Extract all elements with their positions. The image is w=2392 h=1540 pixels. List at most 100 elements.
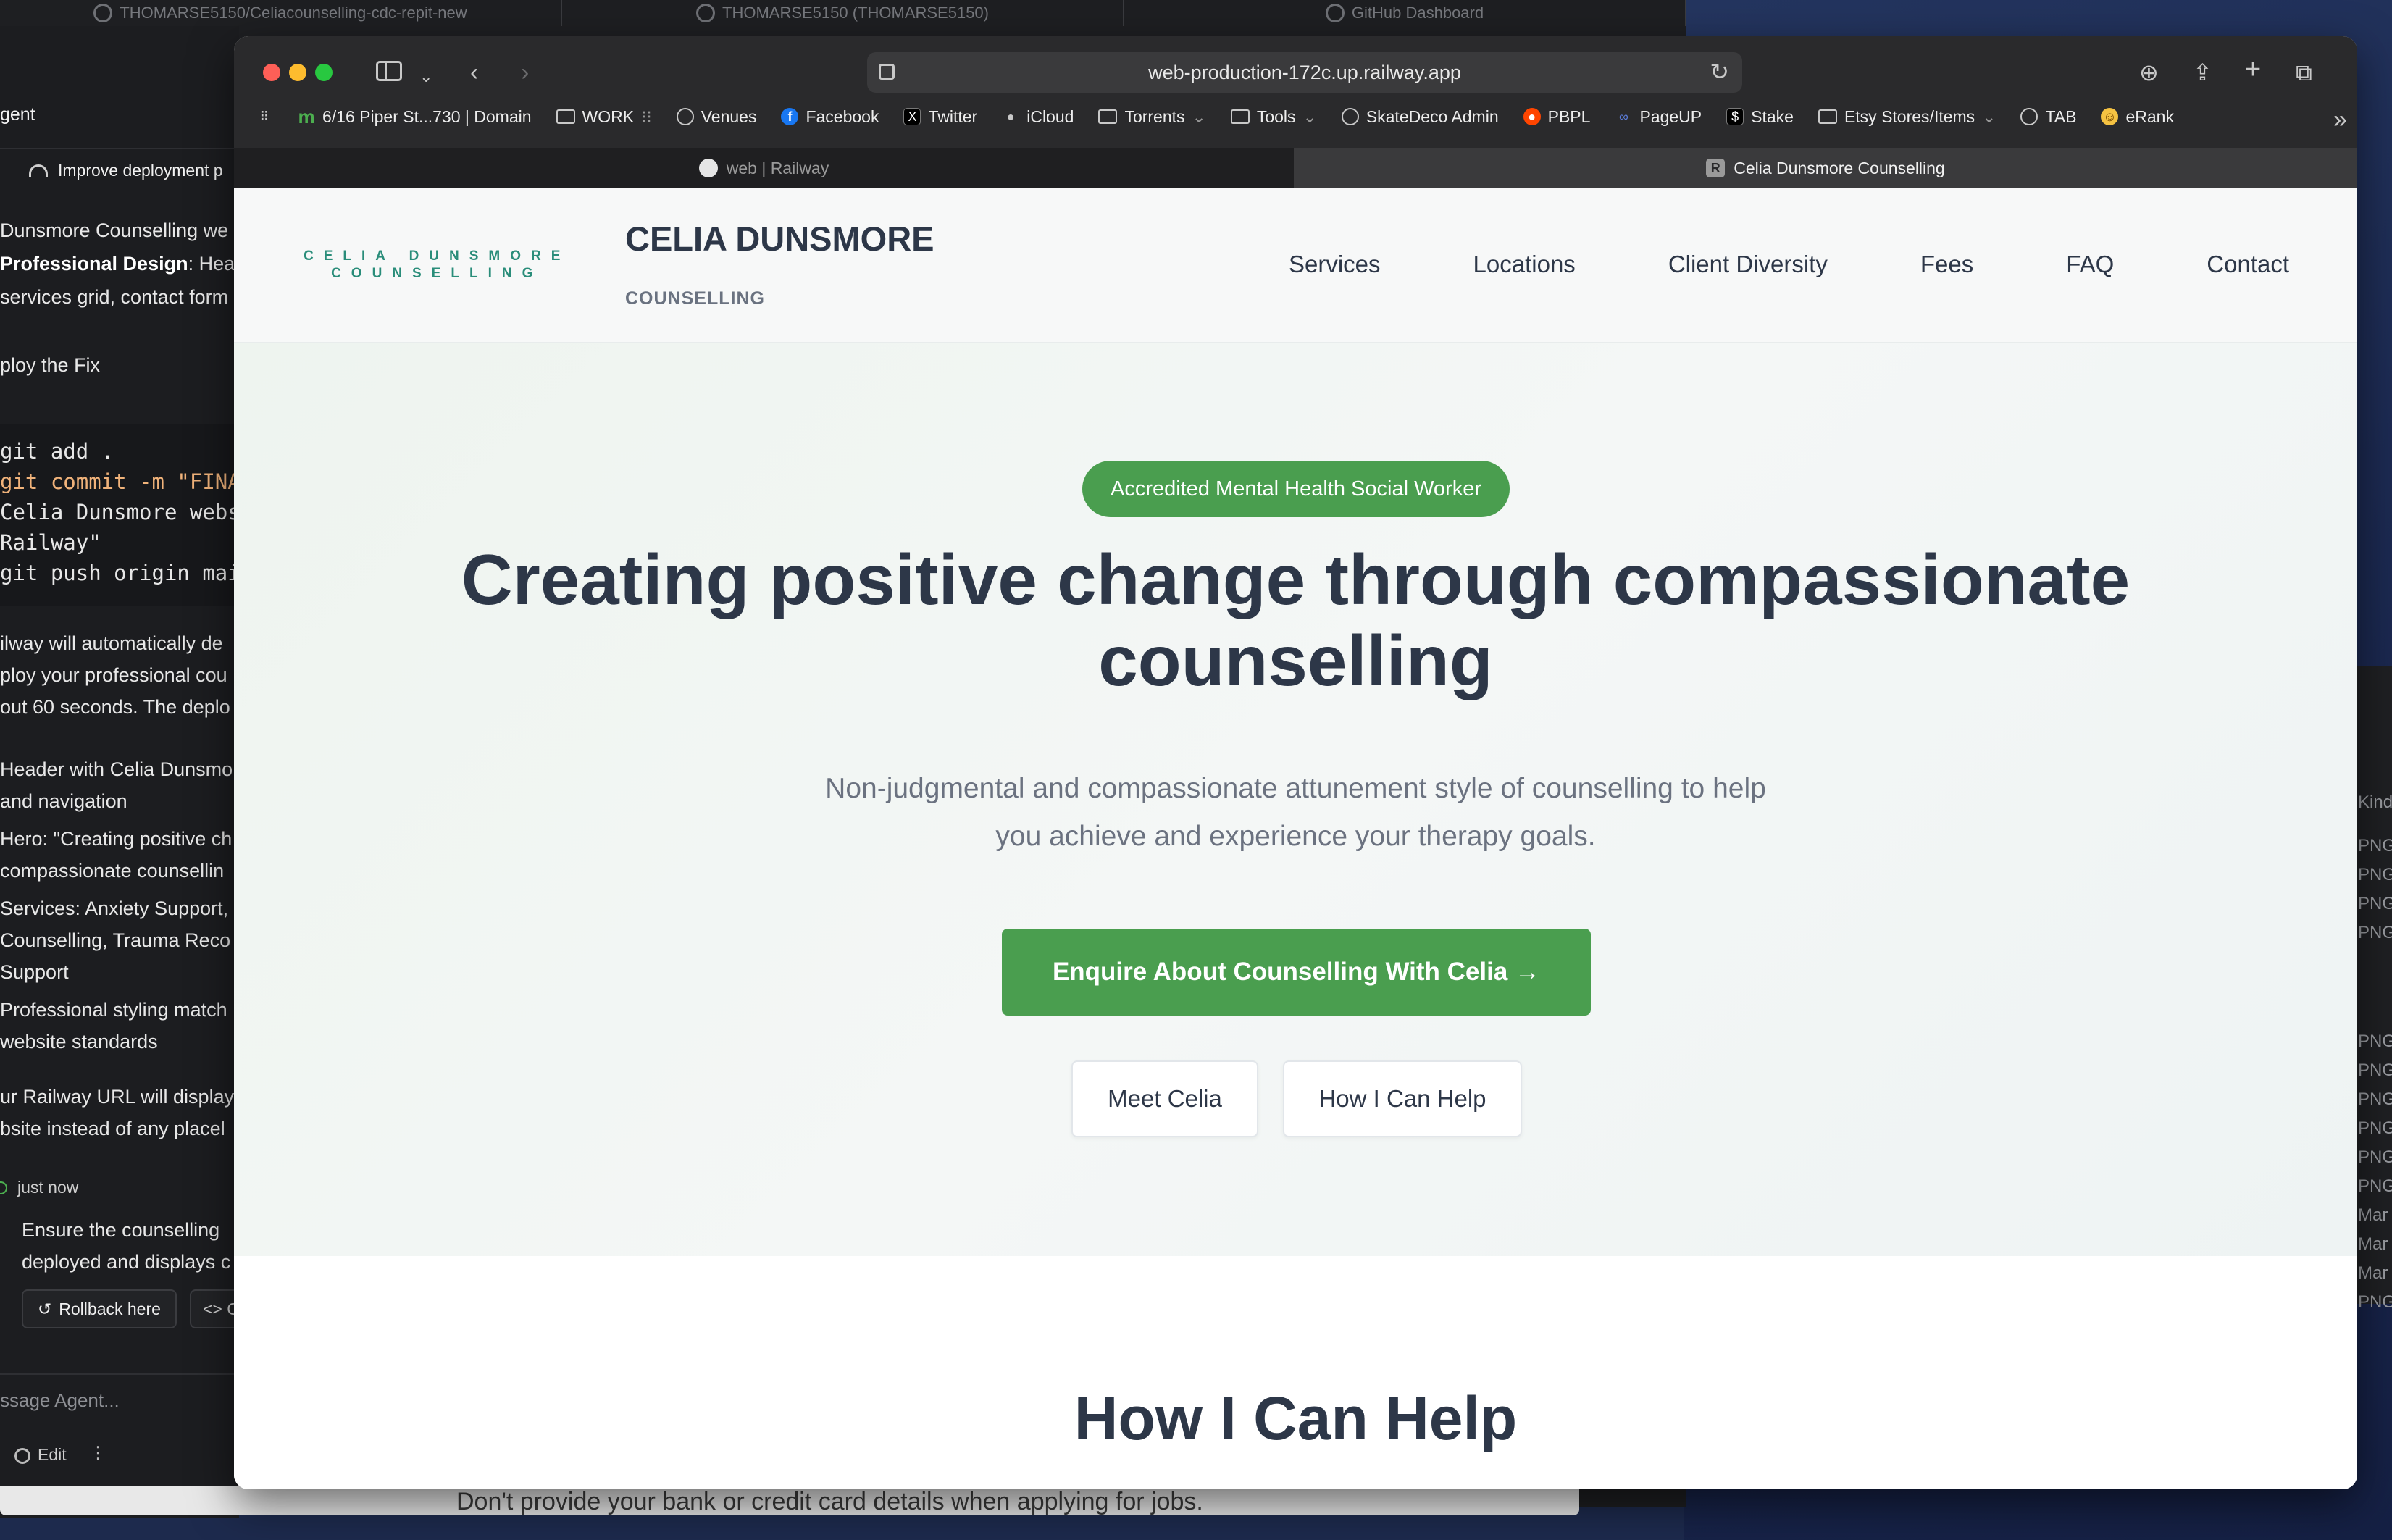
bookmark-item[interactable]: m 6/16 Piper St...730 | Domain [298,105,531,127]
stake-icon: $ [1726,108,1744,125]
bookmark-item[interactable]: ∞ PageUP [1615,107,1702,127]
file-kind: PNG [2358,1089,2392,1109]
background-tab[interactable]: THOMARSE5150 (THOMARSE5150) [562,0,1124,26]
agent-task[interactable]: Improve deployment p [29,161,223,180]
enquire-button[interactable]: Enquire About Counselling With Celia → [1002,929,1591,1016]
file-kind: PNG [2358,865,2392,884]
checkpoint-text: Ensure the counselling [22,1219,220,1241]
nav-fees[interactable]: Fees [1920,251,1973,278]
bookmark-folder[interactable]: Tools ⌄ [1230,107,1317,127]
agent-message-text: : Head [188,253,239,275]
tab-overview-icon[interactable]: ⧉ [2296,58,2312,87]
site-logo[interactable]: CELIA DUNSMORE COUNSELLING [304,248,570,283]
hero-title: Creating positive change through compass… [461,540,2130,700]
bookmark-folder[interactable]: Torrents ⌄ [1098,106,1206,127]
globe-icon [2020,108,2038,125]
how-i-can-help-button[interactable]: How I Can Help [1283,1060,1522,1137]
file-kind: PNG [2358,1118,2392,1138]
check-icon [0,1181,7,1194]
background-tab-bar: THOMARSE5150/Celiacounselling-cdc-repit-… [0,0,1686,26]
forward-arrow-icon[interactable]: › [521,58,529,87]
agent-bullet: Counselling, Trauma Reco [0,929,231,951]
minimize-window-button[interactable] [289,64,306,81]
nav-services[interactable]: Services [1289,251,1381,278]
globe-icon [676,108,694,125]
file-kind-header: Kind [2358,792,2392,812]
nav-contact[interactable]: Contact [2207,251,2289,278]
agent-message-line: bsite instead of any placel [0,1118,225,1139]
background-tab[interactable]: GitHub Dashboard [1124,0,1686,26]
zoom-window-button[interactable] [315,64,333,81]
bookmark-item[interactable]: TAB [2020,107,2076,127]
code-line: git add . [0,439,114,464]
bookmark-item[interactable]: SkateDeco Admin [1341,107,1499,127]
bookmark-item[interactable]: $ Stake [1726,107,1794,127]
nav-faq[interactable]: FAQ [2066,251,2114,278]
tab-celia-dunsmore[interactable]: R Celia Dunsmore Counselling [1294,148,2357,188]
nav-client-diversity[interactable]: Client Diversity [1668,251,1828,278]
history-icon: ↺ [38,1299,52,1318]
bookmark-item[interactable]: X Twitter [903,107,977,127]
bookmark-label: Twitter [928,106,978,126]
folder-icon [556,109,575,124]
close-window-button[interactable] [263,64,280,81]
message-agent-input[interactable]: ssage Agent... [0,1389,120,1412]
sidebar-toggle-icon[interactable] [376,61,402,81]
bookmark-label: Torrents [1124,106,1185,126]
bookmarks-bar: ⠿ m 6/16 Piper St...730 | Domain WORK ⁝⁝ V… [256,103,2174,130]
web-page: CELIA DUNSMORE COUNSELLING CELIA DUNSMOR… [234,188,2357,1489]
agent-bullet: Support [0,961,69,983]
code-line: git commit -m "FINAL [0,466,239,497]
agent-message-line: ploy your professional cou [0,664,227,686]
sliders-icon[interactable]: ⫶ [96,1443,101,1467]
agent-bullet: and navigation [0,790,127,812]
bookmark-label: eRank [2125,106,2174,126]
bookmark-folder[interactable]: Etsy Stores/Items ⌄ [1818,107,1996,127]
bookmark-item[interactable]: ● PBPL [1523,106,1591,127]
back-arrow-icon[interactable]: ‹ [470,58,478,87]
rollback-button[interactable]: ↺ Rollback here [22,1289,177,1328]
bookmark-item[interactable]: ● iCloud [1002,107,1074,127]
url-bar[interactable]: web-production-172c.up.railway.app ↻ [867,52,1742,93]
new-tab-icon[interactable]: + [2245,55,2261,84]
agent-heading: ploy the Fix [0,354,101,376]
railway-icon [698,159,718,177]
timestamp: just now [0,1178,78,1197]
file-kind: PNG [2358,894,2392,913]
site-subtitle: COUNSELLING [625,288,765,309]
bookmark-folder[interactable]: WORK ⁝⁝ [556,107,652,127]
bookmark-item[interactable]: Venues [676,107,756,127]
agent-message-line: Dunsmore Counselling we [0,219,229,241]
bookmark-item[interactable]: ☺ eRank [2101,106,2174,127]
agent-bullet: website standards [0,1031,158,1053]
background-tab[interactable]: THOMARSE5150/Celiacounselling-cdc-repit-… [0,0,562,26]
file-kind: PNG [2358,1292,2392,1312]
globe-icon [1341,108,1359,125]
page-settings-icon[interactable] [879,64,895,80]
file-kind: Mar [2358,1263,2388,1283]
input-toolbar: Edit ⫶ [14,1443,101,1467]
chevron-down-icon[interactable]: ⌄ [419,62,432,91]
tab-strip: web | Railway R Celia Dunsmore Counsellin… [234,148,2357,188]
download-icon[interactable]: ⊕ [2139,58,2159,87]
bookmark-label: PBPL [1547,106,1591,126]
nav-locations[interactable]: Locations [1473,251,1576,278]
github-icon [93,4,113,22]
tab-railway[interactable]: web | Railway [234,148,1294,188]
site-name[interactable]: CELIA DUNSMORE [625,219,934,259]
view-code-button[interactable]: <> C [190,1289,239,1328]
reload-icon[interactable]: ↻ [1710,58,1729,85]
m-icon: m [298,105,315,127]
share-icon[interactable]: ⇪ [2193,58,2212,87]
x-icon: X [903,108,921,125]
meet-celia-button[interactable]: Meet Celia [1071,1060,1258,1137]
agent-title: gent [0,104,35,125]
file-kind: PNG [2358,923,2392,942]
background-tab-label: GitHub Dashboard [1351,4,1484,22]
bookmark-item[interactable]: f Facebook [781,107,879,127]
browser-toolbar: ⌄ ‹ › web-production-172c.up.railway.app… [234,36,2357,148]
apps-grid-button[interactable]: ⠿ [256,108,273,125]
edit-button[interactable]: Edit [14,1445,67,1465]
more-bookmarks-icon[interactable]: » [2333,106,2347,134]
rollback-label: Rollback here [59,1299,161,1318]
